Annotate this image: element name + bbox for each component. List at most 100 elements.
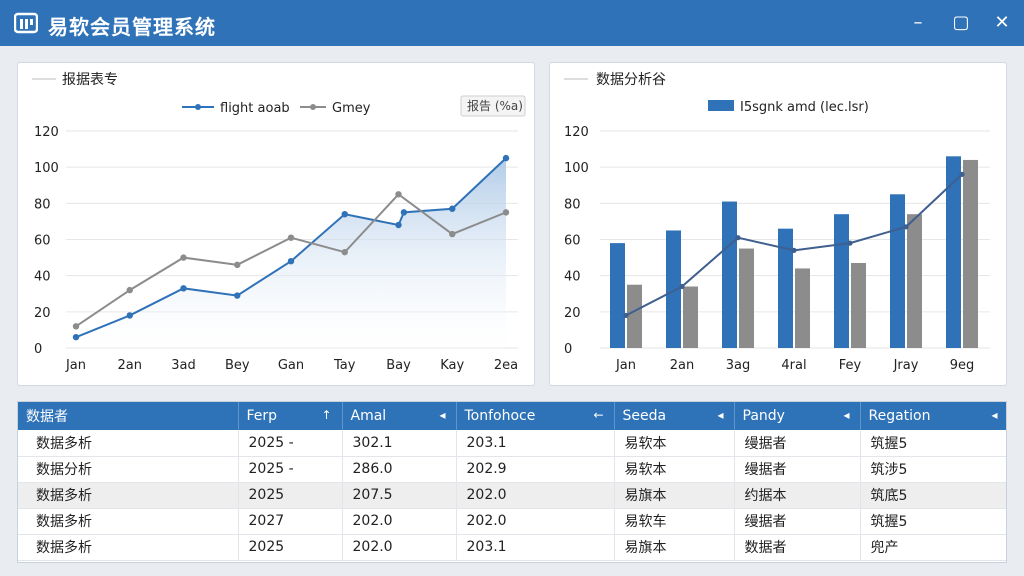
table-cell: 筑握5 bbox=[860, 430, 1006, 457]
column-header-label: Ferp bbox=[246, 408, 278, 424]
data-point bbox=[72, 333, 80, 341]
x-tick-label: Jan bbox=[65, 358, 86, 373]
table-cell: 2025 - bbox=[238, 430, 343, 457]
sort-icon[interactable]: ◂ bbox=[991, 408, 997, 422]
x-tick-label: Gan bbox=[278, 358, 304, 373]
table-cell: 202.0 bbox=[456, 482, 615, 509]
table-cell: 286.0 bbox=[342, 456, 457, 483]
column-header-label: Tonfohoce bbox=[464, 408, 536, 424]
sort-icon[interactable]: ◂ bbox=[439, 408, 445, 422]
table-cell: 易软车 bbox=[614, 508, 735, 535]
column-header[interactable]: Regation ◂ bbox=[860, 402, 1006, 430]
trend-point bbox=[735, 235, 741, 241]
column-header[interactable]: Tonfohoce ← bbox=[456, 402, 615, 430]
legend-label-bars: I5sgnk amd (lec.lsr) bbox=[740, 100, 869, 115]
table-cell: 筑底5 bbox=[860, 482, 1006, 509]
data-point bbox=[72, 323, 80, 330]
data-point bbox=[395, 221, 402, 229]
data-point bbox=[126, 286, 133, 294]
x-tick-label: Tay bbox=[333, 358, 356, 373]
y-tick-label: 100 bbox=[564, 161, 589, 176]
data-point bbox=[180, 254, 187, 261]
maximize-icon[interactable]: ▢ bbox=[949, 11, 973, 35]
table-cell: 207.5 bbox=[342, 482, 457, 509]
column-header-label: Pandy bbox=[742, 408, 785, 424]
bar-series-2 bbox=[683, 286, 698, 348]
table-cell: 203.1 bbox=[456, 430, 615, 457]
x-tick-label: 9eg bbox=[950, 358, 975, 373]
table-cell: 易旗本 bbox=[614, 534, 735, 561]
table-cell: 数据多析 bbox=[18, 482, 239, 509]
data-point bbox=[234, 292, 241, 299]
column-header[interactable]: Pandy ◂ bbox=[734, 402, 861, 430]
table-cell: 缦据者 bbox=[734, 430, 861, 457]
table-row[interactable]: 数据多析 2025 202.0 203.1 易旗本 数据者 兜产 bbox=[18, 534, 1006, 561]
column-header-label: Seeda bbox=[622, 408, 667, 424]
trend-point bbox=[903, 224, 909, 230]
y-tick-label: 60 bbox=[34, 234, 51, 249]
table-row[interactable]: 数据分析 2025 -286.0 202.9 易软本 缦据者 筑涉5 bbox=[18, 456, 1006, 483]
data-table: 数据者 Ferp ↑ Amal ◂ Tonfohoce ← Seeda ◂ Pandy ◂ Regat… bbox=[17, 401, 1007, 563]
line-chart-panel: 报据表专 flight aoab Gmey 报告 (%a) 0 20 40 60 80 1… bbox=[17, 62, 535, 386]
x-tick-label: 2ea bbox=[494, 358, 518, 373]
column-header[interactable]: 数据者 bbox=[18, 402, 239, 430]
legend-swatch bbox=[708, 100, 734, 111]
table-cell: 数据多析 bbox=[18, 534, 239, 561]
sort-icon[interactable]: ↑ bbox=[321, 408, 331, 422]
column-header[interactable]: Amal ◂ bbox=[342, 402, 457, 430]
y-tick-label: 0 bbox=[34, 342, 42, 357]
table-cell: 202.0 bbox=[456, 508, 615, 535]
x-tick-label: Bay bbox=[386, 358, 411, 373]
x-tick-label: 2an bbox=[670, 358, 694, 373]
table-cell: 数据者 bbox=[734, 534, 861, 561]
x-tick-label: Fey bbox=[839, 358, 862, 373]
bar-chart-panel: 数据分析谷 I5sgnk amd (lec.lsr) 0 20 40 60 80 100 1… bbox=[549, 62, 1007, 386]
table-cell: 易旗本 bbox=[614, 482, 735, 509]
table-cell: 302.1 bbox=[342, 430, 457, 457]
y-tick-label: 40 bbox=[564, 270, 581, 285]
table-header-row: 数据者 Ferp ↑ Amal ◂ Tonfohoce ← Seeda ◂ Pandy ◂ Regat… bbox=[18, 402, 1006, 430]
y-tick-label: 120 bbox=[34, 125, 59, 140]
y-tick-label: 20 bbox=[34, 306, 51, 321]
app-title: 易软会员管理系统 bbox=[48, 15, 216, 39]
table-cell: 易软本 bbox=[614, 430, 735, 457]
table-cell: 数据多析 bbox=[18, 508, 239, 535]
table-row[interactable]: 数据多析 2025 -302.1 203.1 易软本 缦据者 筑握5 bbox=[18, 430, 1006, 457]
trend-point bbox=[623, 312, 629, 319]
line-chart: 报据表专 flight aoab Gmey 报告 (%a) 0 20 40 60 80 1… bbox=[32, 72, 526, 373]
column-header-label: Amal bbox=[350, 408, 387, 424]
table-cell: 筑握5 bbox=[860, 508, 1006, 535]
data-point bbox=[126, 312, 133, 319]
trend-point bbox=[791, 247, 797, 253]
sort-icon[interactable]: ◂ bbox=[843, 408, 849, 422]
x-tick-label: Bey bbox=[225, 358, 250, 373]
minimize-icon[interactable]: – bbox=[906, 11, 930, 35]
column-header[interactable]: Seeda ◂ bbox=[614, 402, 735, 430]
bar-series-1 bbox=[890, 194, 905, 348]
y-tick-label: 100 bbox=[34, 161, 59, 176]
data-point bbox=[449, 205, 456, 212]
table-cell: 兜产 bbox=[860, 534, 1006, 561]
close-icon[interactable]: ✕ bbox=[990, 11, 1014, 35]
column-header[interactable]: Ferp ↑ bbox=[238, 402, 343, 430]
data-point bbox=[395, 191, 402, 198]
legend-label-series-2: Gmey bbox=[332, 101, 371, 116]
y-tick-label: 40 bbox=[34, 270, 51, 285]
table-row[interactable]: 数据多析 2027 202.0 202.0 易软车 缦据者 筑握5 bbox=[18, 508, 1006, 535]
data-point bbox=[341, 248, 348, 256]
sort-icon[interactable]: ← bbox=[593, 408, 603, 422]
y-tick-label: 80 bbox=[564, 197, 581, 212]
bar-series-1 bbox=[834, 214, 849, 348]
table-cell: 2025 bbox=[238, 534, 343, 561]
y-tick-label: 120 bbox=[564, 125, 589, 140]
sort-icon[interactable]: ◂ bbox=[717, 408, 723, 422]
bar-series-2 bbox=[907, 214, 922, 348]
table-cell: 约据本 bbox=[734, 482, 861, 509]
legend-label-series-1: flight aoab bbox=[220, 101, 290, 116]
table-row[interactable]: 数据多析 2025 207.5 202.0 易旗本 约据本 筑底5 bbox=[18, 482, 1006, 509]
table-cell: 筑涉5 bbox=[860, 456, 1006, 483]
y-tick-label: 60 bbox=[564, 234, 581, 249]
bar-series-1 bbox=[722, 201, 737, 348]
app-logo-icon bbox=[14, 12, 38, 34]
table-cell: 数据多析 bbox=[18, 430, 239, 457]
